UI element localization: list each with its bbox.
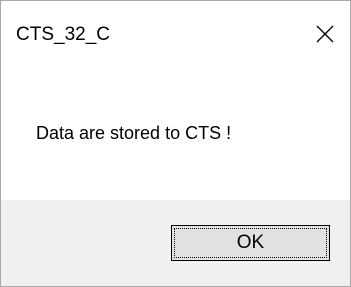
close-icon — [316, 25, 334, 43]
window-title: CTS_32_C — [16, 24, 110, 45]
close-button[interactable] — [304, 13, 350, 53]
dialog-message: Data are stored to CTS ! — [36, 123, 232, 143]
message-dialog: CTS_32_C Data are stored to CTS ! OK — [0, 0, 351, 287]
ok-button[interactable]: OK — [171, 225, 330, 261]
button-bar: OK — [1, 200, 350, 286]
ok-button-label: OK — [174, 228, 327, 258]
dialog-content: Data are stored to CTS ! — [1, 67, 350, 199]
title-bar: CTS_32_C — [1, 1, 350, 67]
